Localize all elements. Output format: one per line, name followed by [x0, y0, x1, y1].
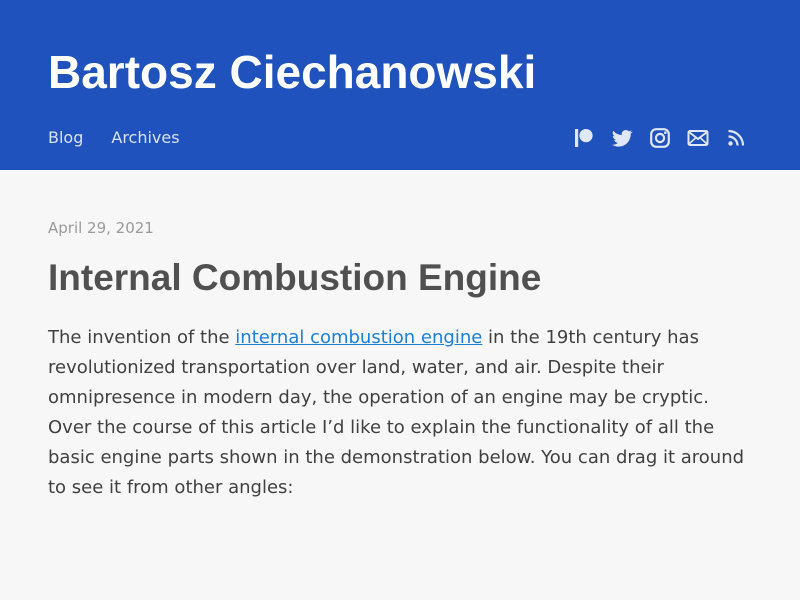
main-nav: Blog Archives: [48, 127, 180, 149]
social-links: [572, 126, 748, 150]
post-title: Internal Combustion Engine: [48, 257, 542, 298]
intro-text-start: The invention of the: [48, 327, 236, 348]
patreon-icon[interactable]: [572, 126, 596, 150]
site-title[interactable]: Bartosz Ciechanowski: [48, 44, 536, 100]
internal-combustion-engine-link[interactable]: internal combustion engine: [235, 327, 482, 348]
twitter-icon[interactable]: [610, 126, 634, 150]
nav-blog-link[interactable]: Blog: [48, 127, 83, 149]
intro-paragraph: The invention of the internal combustion…: [48, 323, 752, 503]
site-header: Bartosz Ciechanowski Blog Archives: [0, 0, 800, 170]
mail-icon[interactable]: [686, 126, 710, 150]
nav-archives-link[interactable]: Archives: [111, 127, 179, 149]
rss-icon[interactable]: [724, 126, 748, 150]
post-date: April 29, 2021: [48, 219, 154, 237]
instagram-icon[interactable]: [648, 126, 672, 150]
intro-text-rest: in the 19th century has revolutionized t…: [48, 327, 745, 498]
